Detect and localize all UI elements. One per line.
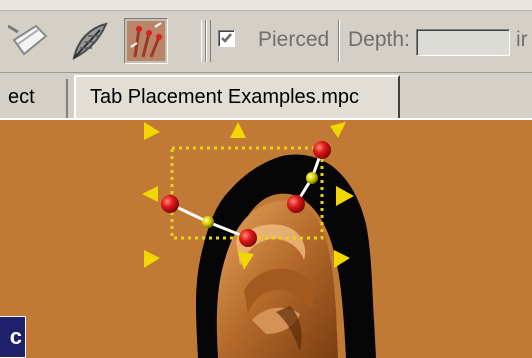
- handle-top: [230, 122, 246, 138]
- handle-top-left: [144, 122, 160, 140]
- feather-icon: [72, 22, 108, 60]
- viewport-scene: [142, 122, 376, 358]
- handle-top-right: [330, 122, 346, 138]
- pierced-label: Pierced: [258, 28, 330, 51]
- toolbar-separator: [338, 20, 340, 62]
- depth-field[interactable]: [416, 29, 510, 56]
- depth-label: Depth:: [348, 28, 410, 51]
- handle-left: [142, 186, 158, 202]
- cut-off-label: ir: [516, 28, 528, 51]
- tab-end-node: [313, 141, 331, 159]
- viewport-canvas[interactable]: [0, 120, 532, 358]
- tab-midpoint-node: [306, 172, 318, 184]
- toolbar-grip[interactable]: [206, 20, 211, 62]
- eraser-tool-button[interactable]: [7, 18, 52, 64]
- toolbar: Pierced Depth: ir: [0, 0, 532, 73]
- document-tab-strip: ect Tab Placement Examples.mpc: [0, 73, 532, 119]
- tab-end-node: [287, 195, 305, 213]
- tab-midpoint-node: [202, 216, 214, 228]
- corner-label: c: [0, 316, 26, 358]
- handle-bottom-left: [144, 250, 160, 268]
- pierced-checkbox[interactable]: [218, 30, 235, 47]
- tab-end-node: [239, 229, 257, 247]
- tab-end-node: [161, 195, 179, 213]
- eraser-icon: [7, 24, 48, 56]
- tab-placement-icon: [127, 21, 165, 61]
- tab-tab-placement-examples[interactable]: Tab Placement Examples.mpc: [74, 75, 400, 119]
- tab-previous-document[interactable]: ect: [0, 79, 68, 118]
- toolbar-top-strip: [0, 0, 532, 11]
- feather-tool-button[interactable]: [66, 18, 110, 64]
- tab-placement-tool-button[interactable]: [124, 18, 168, 64]
- checkmark-icon: [221, 33, 232, 43]
